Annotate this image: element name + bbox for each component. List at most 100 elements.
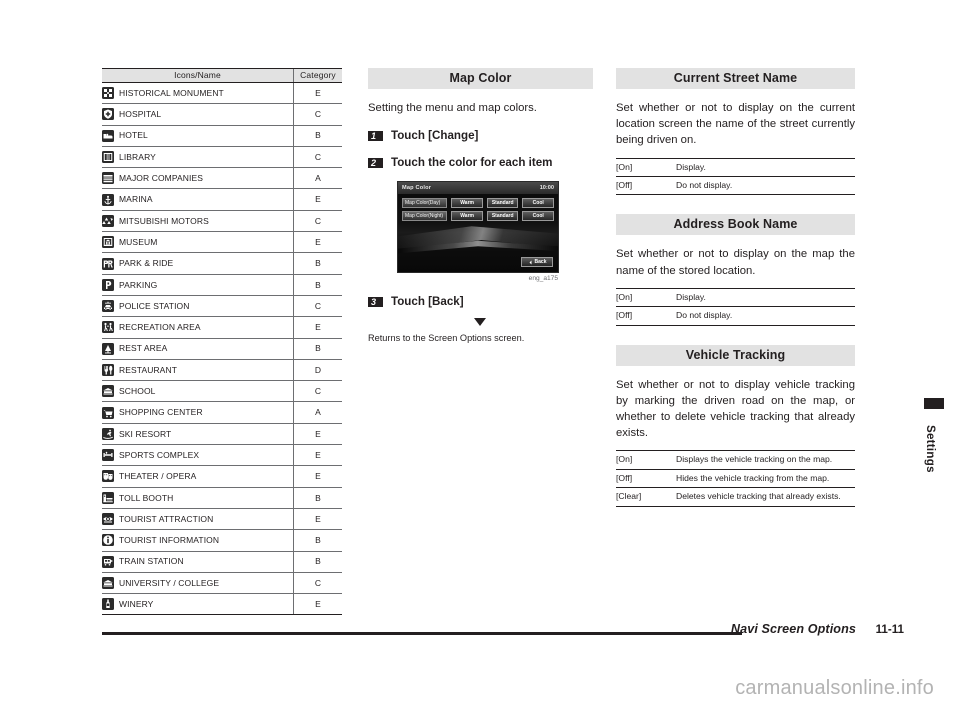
poi-name-wrapper: HOSPITAL [102,108,293,121]
poi-category-cell: E [293,508,342,531]
table-row: WINERY E [102,593,342,616]
vehicle-tracking-option-value: Hides the vehicle tracking from the map. [676,472,830,483]
nav-button-day-cool[interactable]: Cool [522,197,554,208]
poi-name-label: SHOPPING CENTER [119,407,203,418]
current-street-name-option-row: [On] Display. [616,158,855,177]
step-3: 3 Touch [Back] [368,295,593,309]
address-book-name-body: Set whether or not to display on the map… [616,248,855,277]
poi-category-cell: B [293,551,342,573]
poi-name-wrapper: TRAIN STATION [102,555,293,568]
poi-category-cell: B [293,125,342,147]
nav-button-night-warm[interactable]: Warm [451,210,483,221]
table-row: POLICE STATION C [102,295,342,318]
table-row: MUSEUM E [102,231,342,254]
nav-button-night-cool[interactable]: Cool [522,210,554,221]
footer-chapter-title: Navi Screen Options [730,622,856,636]
vehicle-tracking-title: Vehicle Tracking [616,344,855,366]
poi-name-wrapper: REST AREA [102,342,293,355]
poi-name-cell: MARINA [102,188,294,211]
poi-name-label: POLICE STATION [119,300,190,311]
poi-name-wrapper: HISTORICAL MONUMENT [102,87,293,100]
nav-button-day-standard[interactable]: Standard [486,197,519,208]
poi-icons-table: Icons/Name Category HISTORICAL MONUMENT E… [102,68,342,616]
poi-name-label: RECREATION AREA [119,322,201,333]
table-row: TRAIN STATION B [102,551,342,573]
poi-name-wrapper: WINERY [102,598,293,611]
step-3-number: 3 [368,297,383,308]
poi-name-wrapper: PARK & RIDE [102,257,293,270]
current-street-name-option-key: [On] [616,161,633,172]
step-1-number: 1 [368,131,383,142]
hotel-icon [102,129,114,142]
poi-name-cell: HISTORICAL MONUMENT [102,82,294,105]
footer-rule [102,632,742,635]
address-book-name-option-key: [Off] [616,310,633,321]
table-row: TOLL BOOTH B [102,487,342,509]
current-street-name-option-key: [Off] [616,180,633,191]
address-book-name-options-table: [On] Display. [Off] Do not display. [616,288,855,326]
poi-category-cell: B [293,338,342,360]
historical-monument-icon [102,87,114,100]
poi-header-icons-name: Icons/Name [102,68,294,83]
poi-table-header-row: Icons/Name Category [102,68,342,83]
poi-category-cell: E [293,82,342,105]
poi-name-wrapper: MITSUBISHI MOTORS [102,214,293,227]
poi-name-wrapper: RECREATION AREA [102,321,293,334]
side-tab-marker [924,398,944,409]
poi-name-cell: POLICE STATION [102,295,294,318]
theater-opera-icon [102,470,114,483]
current-street-name-title: Current Street Name [616,68,855,89]
site-watermark: carmanualsonline.info [735,677,934,699]
nav-screen-titlebar: Map Color 10:00 [398,182,558,195]
ski-resort-icon [102,427,114,440]
poi-name-label: RESTAURANT [119,364,177,375]
sports-complex-icon [102,449,114,462]
poi-name-label: MAJOR COMPANIES [119,173,203,184]
current-street-name-option-value: Display. [676,161,706,172]
nav-button-day-warm[interactable]: Warm [451,197,483,208]
poi-name-label: PARKING [119,279,158,290]
chapter-side-tab: Settings [924,398,944,473]
nav-row-map-color-day: Map Color(Day) Warm Standard Cool [402,197,554,208]
poi-category-cell: C [293,146,342,169]
step-1: 1 Touch [Change] [368,129,593,143]
current-street-name-body: Set whether or not to display on the cur… [616,102,855,147]
poi-name-cell: SKI RESORT [102,423,294,446]
poi-name-label: LIBRARY [119,151,156,162]
step-1-text: Touch [Change] [391,129,479,143]
poi-name-label: SPORTS COMPLEX [119,449,200,460]
poi-category-cell: E [293,231,342,254]
map-color-intro: Setting the menu and map colors. [368,102,537,114]
major-companies-icon [102,172,114,185]
poi-category-cell: C [293,295,342,318]
poi-category-cell: E [293,465,342,488]
poi-name-cell: MITSUBISHI MOTORS [102,210,294,233]
poi-name-wrapper: SCHOOL [102,385,293,398]
poi-name-wrapper: MUSEUM [102,236,293,249]
table-row: LIBRARY C [102,146,342,169]
vehicle-tracking-option-key: [Off] [616,472,633,483]
poi-name-wrapper: POLICE STATION [102,300,293,313]
side-tab-label: Settings [924,425,936,473]
vehicle-tracking-option-key: [On] [616,454,633,465]
train-station-icon [102,555,114,568]
shopping-center-icon [102,406,114,419]
vehicle-tracking-option-row: [Clear] Deletes vehicle tracking that alr… [616,488,855,507]
table-row: PARK & RIDE B [102,252,342,275]
university-college-icon [102,576,114,589]
museum-icon [102,236,114,249]
poi-name-cell: HOTEL [102,125,294,147]
poi-category-cell: D [293,359,342,382]
nav-button-night-standard[interactable]: Standard [486,210,519,221]
poi-category-cell: E [293,188,342,211]
table-row: MARINA E [102,188,342,211]
flow-down-arrow-icon [474,318,486,327]
settings-sections-column: Current Street Name Set whether or not t… [616,68,855,507]
library-icon [102,151,114,164]
toll-booth-icon [102,491,114,504]
school-icon [102,385,114,398]
nav-back-button[interactable]: Back [521,257,553,268]
poi-category-cell: E [293,444,342,467]
nav-screen-screenshot: Map Color 10:00 Map Color(Day) Warm Stan… [397,181,559,274]
address-book-name-option-row: [On] Display. [616,288,855,307]
